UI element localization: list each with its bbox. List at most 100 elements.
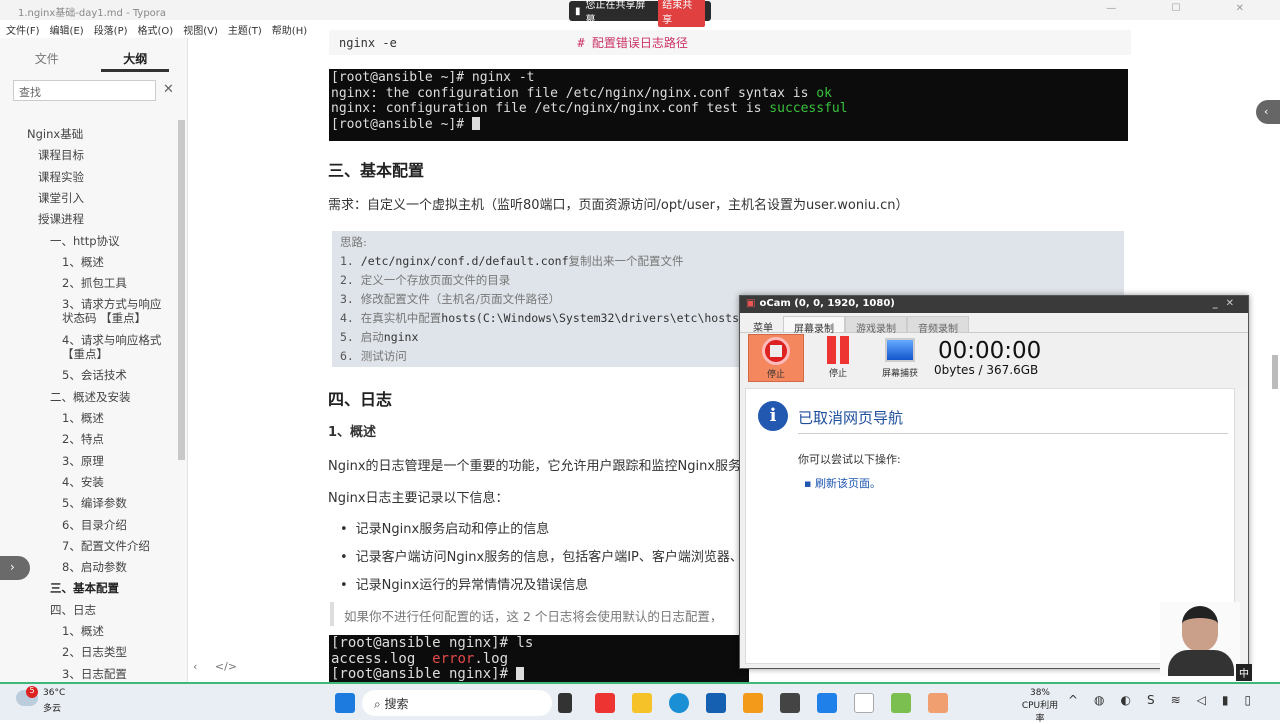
menu-item[interactable]: 格式(O): [138, 22, 174, 37]
menu-item[interactable]: 帮助(H): [272, 22, 307, 37]
share-text: 您正在共享屏幕: [585, 0, 646, 26]
outline-item[interactable]: 1、概述: [62, 255, 165, 269]
outline-item[interactable]: 授课进程: [38, 212, 165, 226]
outline-item[interactable]: 课程目标: [38, 148, 165, 162]
hint-text: 你可以尝试以下操作:: [798, 453, 901, 466]
outline-item[interactable]: 1、概述: [62, 411, 165, 425]
paragraph: Nginx的日志管理是一个重要的功能，它允许用户跟踪和监控Nginx服务: [328, 459, 742, 474]
screen-share-banner: ▮ 您正在共享屏幕 结束共享: [569, 0, 711, 27]
stop-icon: [762, 337, 790, 365]
window-controls[interactable]: — ☐ ✕: [1106, 3, 1270, 14]
signal-icon: ▮: [575, 5, 581, 17]
outline-item[interactable]: 二、概述及安装: [50, 390, 165, 404]
app-icon[interactable]: [891, 693, 911, 713]
blockquote: 如果你不进行任何配置的话，这 2 个日志将会使用默认的日志配置，: [330, 602, 740, 626]
outline-item[interactable]: 课堂引入: [38, 191, 165, 205]
outline-item[interactable]: 2、特点: [62, 432, 165, 446]
heading-basic-config: 三、基本配置: [328, 161, 425, 180]
paragraph: Nginx日志主要记录以下信息：: [328, 491, 509, 506]
outline-item[interactable]: 3、原理: [62, 454, 165, 468]
refresh-link[interactable]: ▪ 刷新该页面。: [804, 475, 881, 491]
outline-item[interactable]: 4、安装: [62, 475, 165, 489]
collapse-sidebar-button[interactable]: ›: [0, 556, 30, 580]
app-icon[interactable]: [780, 693, 800, 713]
file-explorer-icon[interactable]: [632, 693, 652, 713]
outline-item[interactable]: 8、启动参数: [62, 560, 165, 574]
outline-item[interactable]: 2、抓包工具: [62, 276, 165, 290]
list-item: 记录Nginx服务启动和停止的信息: [340, 518, 550, 537]
heading-log: 四、日志: [328, 390, 393, 409]
outline-item[interactable]: 5、编译参数: [62, 496, 165, 510]
terminal-screenshot: [root@ansible ~]# nginx -t nginx: the co…: [329, 69, 1128, 141]
outline-item[interactable]: 四、日志: [50, 603, 165, 617]
tab-outline[interactable]: 大纲: [101, 38, 169, 72]
wps-icon[interactable]: [595, 693, 615, 713]
system-tray-icons[interactable]: ^◍◐S≋◁▮▯: [1068, 693, 1267, 707]
end-share-button[interactable]: 结束共享: [658, 0, 705, 27]
taskbar-search[interactable]: ⌕ 搜索: [362, 690, 552, 716]
taskbar: 5 36°C 多云 ⌕ 搜索 38% CPU利用率 ^◍◐S≋◁▮▯: [0, 682, 1280, 724]
main-scrollbar[interactable]: [1272, 355, 1278, 389]
terminal-screenshot: [root@ansible nginx]# ls access.log erro…: [329, 635, 749, 682]
tab-files[interactable]: 文件: [0, 38, 93, 72]
outline-item[interactable]: Nginx基础: [27, 127, 165, 141]
code-line: 1. /etc/nginx/conf.d/default.conf复制出来一个配…: [340, 254, 684, 268]
list-item: 记录客户端访问Nginx服务的信息，包括客户端IP、客户端浏览器、: [340, 546, 743, 565]
outline-item[interactable]: 3、请求方式与响应状态码 【重点】: [62, 297, 165, 325]
ocam-file-size: 0bytes / 367.6GB: [934, 363, 1039, 377]
monitor-icon: [885, 338, 915, 362]
ocam-tab-game[interactable]: 游戏录制: [845, 316, 907, 335]
outline-item[interactable]: 1、概述: [62, 624, 165, 638]
ocam-stop-record-button[interactable]: 停止: [748, 334, 804, 382]
outline-item[interactable]: 一、http协议: [50, 234, 165, 248]
cpu-usage: 38% CPU利用率: [1021, 688, 1059, 724]
menu-item[interactable]: 段落(P): [94, 22, 128, 37]
info-icon: i: [758, 401, 788, 431]
ocam-title: oCam (0, 0, 1920, 1080): [759, 298, 895, 309]
ocam-capture-button[interactable]: 屏幕捕获: [872, 334, 928, 382]
code-block: nginx -e # 配置错误日志路径: [329, 30, 1131, 55]
ocam-tab-audio[interactable]: 音频录制: [907, 316, 969, 335]
typora-icon[interactable]: [854, 693, 874, 713]
outline-item[interactable]: 三、基本配置: [50, 581, 165, 595]
ocam-timer: 00:00:00: [938, 338, 1042, 364]
outline-item[interactable]: 7、配置文件介绍: [62, 539, 165, 553]
sidebar-footer-icons[interactable]: ‹ </>: [193, 660, 237, 673]
menu-item[interactable]: 编辑(E): [50, 22, 84, 37]
nav-cancelled-title: 已取消网页导航: [798, 409, 904, 427]
sidebar-scrollbar[interactable]: [178, 120, 185, 460]
outline-search-input[interactable]: 查找: [13, 80, 156, 101]
outline-item[interactable]: 6、目录介绍: [62, 518, 165, 532]
outline-item[interactable]: 3、日志配置: [62, 667, 165, 681]
ime-indicator[interactable]: 中: [1236, 664, 1252, 681]
menu-item[interactable]: 主题(T): [228, 22, 262, 37]
pause-icon: [827, 336, 836, 364]
store-icon[interactable]: [706, 693, 726, 713]
menu-item[interactable]: 文件(F): [6, 22, 40, 37]
close-icon[interactable]: ✕: [163, 82, 174, 97]
ocam-window-controls[interactable]: _✕: [1213, 298, 1242, 311]
app-icon[interactable]: [817, 693, 837, 713]
menu-item[interactable]: 视图(V): [183, 22, 218, 37]
heading-overview: 1、概述: [328, 425, 377, 440]
edge-icon[interactable]: [669, 693, 689, 713]
ocam-app-icon: ▣: [746, 298, 756, 309]
outline-item[interactable]: 课程实验: [38, 170, 165, 184]
code-line: 2. 定义一个存放页面文件的目录: [340, 273, 511, 287]
outline-item[interactable]: 4、请求与响应格式【重点】: [62, 333, 165, 361]
ocam-tab-screen[interactable]: 屏幕录制: [783, 316, 845, 335]
webcam-overlay: [1160, 602, 1240, 676]
weather-desc[interactable]: 多云: [43, 701, 61, 714]
outline-item[interactable]: 2、日志类型: [62, 645, 165, 659]
ocam-taskbar-icon[interactable]: [928, 693, 948, 713]
outline-item[interactable]: 5、会话技术: [62, 368, 165, 382]
app-icon[interactable]: [558, 693, 572, 713]
ocam-pause-button[interactable]: 停止: [810, 334, 866, 382]
weather-temp[interactable]: 36°C: [43, 688, 65, 698]
ocam-tab-menu[interactable]: 菜单: [743, 316, 783, 334]
expand-panel-button[interactable]: ‹: [1256, 100, 1280, 124]
app-icon[interactable]: [743, 693, 763, 713]
weather-badge: 5: [26, 686, 38, 698]
list-item: 记录Nginx运行的异常情情况及错误信息: [340, 574, 589, 593]
windows-start-icon[interactable]: [335, 693, 355, 713]
